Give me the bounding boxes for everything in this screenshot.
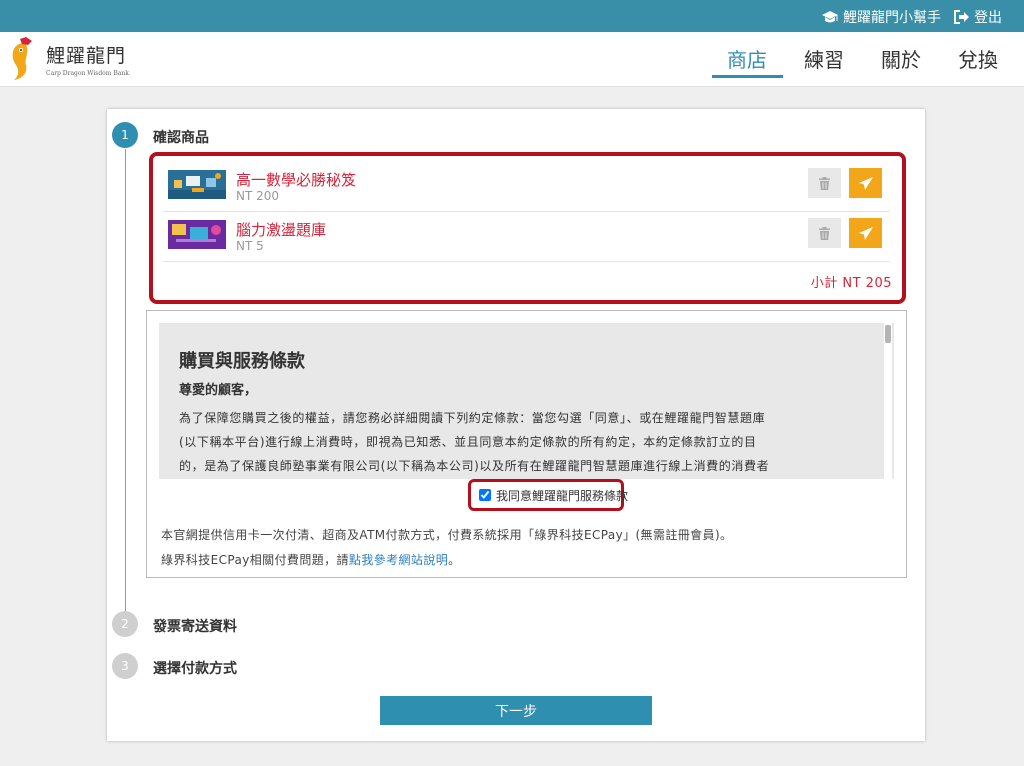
site-header: 鯉躍龍門 Carp Dragon Wisdom Bank 商店 練習 關於 兌換 (0, 32, 1024, 87)
delete-item-button[interactable] (808, 218, 841, 248)
item-name[interactable]: 高一數學必勝秘笈 (236, 169, 356, 190)
logout-icon (954, 10, 969, 24)
item-thumbnail[interactable] (168, 220, 226, 249)
cart-items-box: 高一數學必勝秘笈 NT 200 腦力激盪題庫 NT 5 小計 NT 205 (149, 152, 906, 304)
cart-item: 高一數學必勝秘笈 NT 200 (163, 162, 890, 212)
carp-logo-icon (12, 37, 32, 80)
logout-link[interactable]: 登出 (954, 7, 1002, 27)
site-logo[interactable]: 鯉躍龍門 Carp Dragon Wisdom Bank (8, 37, 129, 83)
payment-info-line: 本官網提供信用卡一次付清、超商及ATM付款方式，付費系統採用「綠界科技ECPay… (161, 528, 733, 542)
nav-about[interactable]: 關於 (881, 44, 921, 73)
top-utility-bar: 鯉躍龍門小幫手 登出 (0, 0, 1024, 32)
helper-link[interactable]: 鯉躍龍門小幫手 (822, 7, 941, 27)
terms-line: 的，是為了保護良師塾事業有限公司(以下稱為本公司)以及所有在鯉躍龍門智慧題庫進行… (179, 459, 770, 473)
helper-label: 鯉躍龍門小幫手 (843, 10, 941, 26)
agree-terms-label: 我同意鯉躍龍門服務條款 (496, 488, 629, 503)
delete-item-button[interactable] (808, 168, 841, 198)
terms-greeting: 尊愛的顧客， (179, 383, 258, 398)
terms-line: 為了保障您購買之後的權益，請您務必詳細閱讀下列約定條款：當您勾選「同意」、或在鯉… (179, 411, 766, 425)
step-label-invoice: 發票寄送資料 (153, 619, 237, 635)
item-thumbnail[interactable] (168, 170, 226, 199)
payment-help-suffix: 。 (448, 553, 461, 567)
step-label-confirm-items: 確認商品 (153, 130, 209, 146)
terms-title: 購買與服務條款 (179, 351, 305, 372)
logout-label: 登出 (974, 10, 1002, 26)
item-price: NT 5 (236, 239, 264, 253)
cart-item: 腦力激盪題庫 NT 5 (163, 212, 890, 262)
payment-help-link[interactable]: 點我參考網站說明 (349, 553, 448, 567)
terms-scroll-box[interactable]: 購買與服務條款 尊愛的顧客， 為了保障您購買之後的權益，請您務必詳細閱讀下列約定… (159, 323, 894, 479)
paper-plane-icon (858, 226, 873, 240)
send-item-button[interactable] (849, 168, 882, 198)
paper-plane-icon (858, 176, 873, 190)
terms-body: 為了保障您購買之後的權益，請您務必詳細閱讀下列約定條款：當您勾選「同意」、或在鯉… (179, 406, 869, 478)
step-number-2: 2 (112, 611, 138, 637)
terms-scroll-thumb[interactable] (885, 325, 891, 343)
step-connector-line (125, 149, 126, 617)
payment-help-prefix: 綠界科技ECPay相關付費問題，請 (161, 553, 349, 567)
nav-active-indicator (712, 75, 783, 78)
terms-scrollbar[interactable] (884, 323, 892, 479)
step-number-3: 3 (112, 653, 138, 679)
terms-line: (以下稱本平台)進行線上消費時，即視為已知悉、並且同意本約定條款的所有約定，本約… (179, 435, 757, 449)
step-label-payment-method: 選擇付款方式 (153, 661, 237, 677)
agree-terms-checkbox[interactable] (479, 489, 491, 501)
terms-section: 購買與服務條款 尊愛的顧客， 為了保障您購買之後的權益，請您務必詳細閱讀下列約定… (146, 310, 907, 578)
nav-redeem[interactable]: 兌換 (958, 44, 998, 73)
step-number-1: 1 (112, 122, 138, 148)
trash-icon (819, 226, 830, 240)
logo-title: 鯉躍龍門 (46, 45, 127, 67)
nav-practice[interactable]: 練習 (804, 44, 844, 73)
payment-help-line: 綠界科技ECPay相關付費問題，請點我參考網站說明。 (161, 551, 461, 568)
item-price: NT 200 (236, 189, 280, 203)
logo-subtitle: Carp Dragon Wisdom Bank (46, 70, 129, 77)
nav-shop[interactable]: 商店 (727, 44, 767, 73)
graduation-cap-icon (822, 10, 838, 22)
send-item-button[interactable] (849, 218, 882, 248)
next-step-button[interactable]: 下一步 (380, 696, 652, 725)
agree-terms-checkbox-group[interactable]: 我同意鯉躍龍門服務條款 (468, 479, 628, 511)
item-name[interactable]: 腦力激盪題庫 (236, 219, 326, 240)
checkout-card: 1 確認商品 高一數學必勝秘笈 NT 200 腦力激盪題庫 NT 5 小計 NT… (107, 109, 925, 741)
trash-icon (819, 176, 830, 190)
cart-subtotal: 小計 NT 205 (810, 276, 892, 291)
